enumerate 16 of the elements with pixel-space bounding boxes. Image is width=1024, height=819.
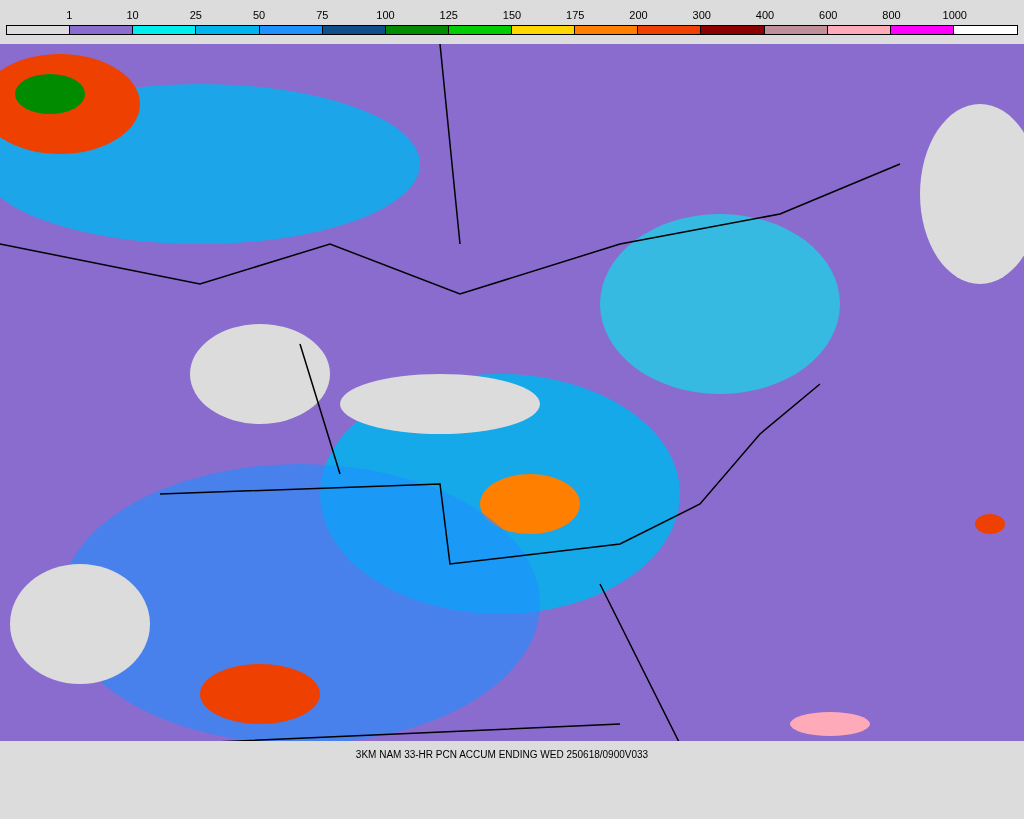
legend-label: 100	[376, 8, 395, 23]
legend-label: 1	[66, 8, 73, 23]
map-caption: 3KM NAM 33-HR PCN ACCUM ENDING WED 250618/0900V033	[355, 749, 649, 760]
legend-label: 600	[819, 8, 838, 23]
legend-label: 400	[755, 8, 775, 23]
legend-label: 150	[502, 8, 522, 23]
legend-label: 25	[189, 8, 202, 23]
legend-label: 1000	[942, 8, 967, 23]
legend-label: 10	[126, 8, 139, 23]
legend-label: 200	[629, 8, 648, 23]
legend-label: 50	[252, 8, 266, 23]
legend-label: 300	[692, 8, 711, 23]
legend-label: 800	[882, 8, 901, 23]
legend-label: 125	[439, 8, 458, 23]
legend-label: 75	[316, 8, 329, 23]
legend-label: 175	[566, 8, 585, 23]
